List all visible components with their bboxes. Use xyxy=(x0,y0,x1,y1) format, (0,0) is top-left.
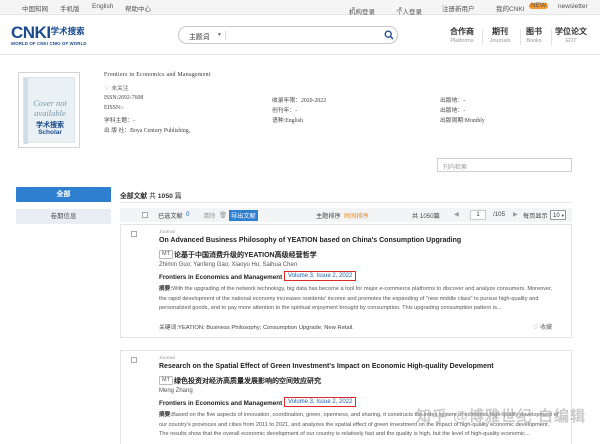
article-keywords: 关键词:YEATION; Business Philosophy; Consum… xyxy=(159,325,354,331)
cover-logo: 学术搜索 Scholar xyxy=(36,122,64,136)
link-help[interactable]: 帮助中心 xyxy=(125,3,151,13)
article-source[interactable]: Frontiers in Economics and Management xyxy=(159,274,282,281)
heart-icon: ♡ xyxy=(533,325,539,331)
sort-topic[interactable]: 主题排序 xyxy=(316,211,341,220)
mycnki-link[interactable]: 我的CNKI xyxy=(496,3,525,13)
link-mobile[interactable]: 手机版 xyxy=(60,3,80,13)
result-count: 共 1050篇 xyxy=(412,213,440,220)
watermark: 知乎 @博雅世纪 白编辑 xyxy=(416,408,586,425)
total-pages: /105 xyxy=(493,211,506,218)
logo-zh: 学术搜索 xyxy=(50,26,85,36)
selected-label: 已选文献 xyxy=(158,213,183,220)
article-authors[interactable]: Zhimin Guo; Yanfeng Gao; Xiaoyu Hu; Saih… xyxy=(159,262,297,268)
journal-coverage: 收录年限：2020-2022 xyxy=(272,98,327,104)
article-checkbox[interactable] xyxy=(131,231,137,237)
chevron-down-icon: ▼ xyxy=(351,6,356,12)
newsletter-link[interactable]: newsletter xyxy=(558,3,588,10)
article-authors[interactable]: Meng Zhang xyxy=(159,388,193,394)
export-button[interactable]: 导出文献 xyxy=(229,210,258,221)
nav-edt[interactable]: 学位论文 EDT xyxy=(551,26,591,44)
per-page-label: 每页显示 xyxy=(523,213,548,220)
prev-page-icon[interactable]: ◀ xyxy=(454,211,459,218)
tab-volume-info[interactable]: 卷期信息 xyxy=(16,209,111,224)
inner-search-placeholder: 刊内检索 xyxy=(443,165,468,171)
journal-subject: 学科主题：- xyxy=(104,118,135,124)
per-page-select[interactable]: 10▼ xyxy=(550,210,566,220)
next-page-icon[interactable]: ▶ xyxy=(513,211,518,218)
chevron-down-icon: ▼ xyxy=(217,32,222,38)
inner-journal-search[interactable]: 刊内检索 xyxy=(437,158,572,172)
nav-books[interactable]: 图书 Books xyxy=(514,26,554,44)
search-scope-select[interactable]: 主题词 xyxy=(189,31,209,41)
article-cn-title[interactable]: 绿色投资对经济高质量发展影响的空间效应研究 xyxy=(174,376,321,386)
sort-time[interactable]: 时间排序 xyxy=(344,211,369,220)
top-bar: 中国知网 手机版 English 帮助中心 机构登录 ▼ 个人登录 ▼ 注册新用户 … xyxy=(0,0,600,16)
total-count: 全部文献 共 1050 篇 xyxy=(120,193,182,200)
journal-founded: 创刊年：- xyxy=(272,108,298,114)
journal-area: 出版地：- xyxy=(440,108,466,114)
link-cnki-home[interactable]: 中国知网 xyxy=(22,3,48,13)
cover-placeholder-text: Cover not available xyxy=(33,98,67,118)
nav-platforms[interactable]: 合作商 Platforms xyxy=(442,26,482,44)
article-card: Journal Research on the Spatial Effect o… xyxy=(120,350,572,444)
search-input[interactable] xyxy=(229,30,369,41)
article-card: Journal On Advanced Business Philosophy … xyxy=(120,224,572,338)
header: CNKI学术搜索 WORLD OF CNKI CNKI OF WORLD 主题词… xyxy=(0,15,600,55)
machine-translation-badge: MT xyxy=(159,250,173,259)
article-title[interactable]: On Advanced Business Philosophy of YEATI… xyxy=(159,237,461,244)
journal-frequency: 出版周期:Monthly xyxy=(440,118,485,124)
article-abstract: 摘要:With the upgrading of the network tec… xyxy=(159,286,553,311)
new-badge: NEW xyxy=(529,2,549,9)
journal-title: Frontiers in Economics and Management xyxy=(104,72,211,78)
page-input[interactable]: 1 xyxy=(470,210,486,220)
article-type: Journal xyxy=(159,230,175,235)
article-volume[interactable]: Volume 3, Issue 2, 2022 xyxy=(284,397,357,407)
follow-toggle[interactable]: ♡ 未关注 xyxy=(104,83,129,92)
selected-count: 0 xyxy=(186,211,190,218)
journal-publisher: 出 版 社：Boya Century Publishing, xyxy=(104,128,191,134)
article-cn-title[interactable]: 论基于中国消费升级的YEATION高级经营哲学 xyxy=(174,250,317,260)
link-english[interactable]: English xyxy=(92,3,113,10)
logo-subtitle: WORLD OF CNKI CNKI OF WORLD xyxy=(11,41,87,46)
select-all-checkbox[interactable] xyxy=(142,212,148,218)
trash-icon[interactable]: 🗑 xyxy=(219,211,227,219)
journal-place: 出版地：- xyxy=(440,98,466,104)
chevron-down-icon: ▼ xyxy=(398,6,403,12)
article-title[interactable]: Research on the Spatial Effect of Green … xyxy=(159,363,494,370)
article-source[interactable]: Frontiers in Economics and Management xyxy=(159,400,282,407)
list-toolbar: 已选文献 0 清除 🗑 导出文献 主题排序 时间排序 共 1050篇 ◀ 1 /… xyxy=(120,208,572,222)
follow-label: 未关注 xyxy=(111,86,129,92)
machine-translation-badge: MT xyxy=(159,376,173,385)
tab-all[interactable]: 全部 xyxy=(16,187,111,202)
search-icon[interactable] xyxy=(384,30,394,40)
search-bar: 主题词 ▼ xyxy=(178,26,398,44)
journal-cover: Cover not available 学术搜索 Scholar xyxy=(18,72,80,148)
cnki-logo[interactable]: CNKI学术搜索 WORLD OF CNKI CNKI OF WORLD xyxy=(11,23,103,49)
article-checkbox[interactable] xyxy=(131,357,137,363)
journal-eissn: EISSN:- xyxy=(104,105,124,111)
journal-issn: ISSN:2692-7608 xyxy=(104,95,144,101)
logo-cnki: CNKI xyxy=(11,23,51,42)
register-link[interactable]: 注册新用户 xyxy=(442,3,475,13)
clear-button[interactable]: 清除 xyxy=(203,211,215,220)
article-type: Journal xyxy=(159,356,175,361)
favorite-button[interactable]: ♡ 收藏 xyxy=(533,322,552,331)
heart-icon: ♡ xyxy=(104,86,110,92)
journal-language: 语种:English xyxy=(272,118,303,124)
article-volume[interactable]: Volume 3, Issue 2, 2022 xyxy=(284,271,357,281)
